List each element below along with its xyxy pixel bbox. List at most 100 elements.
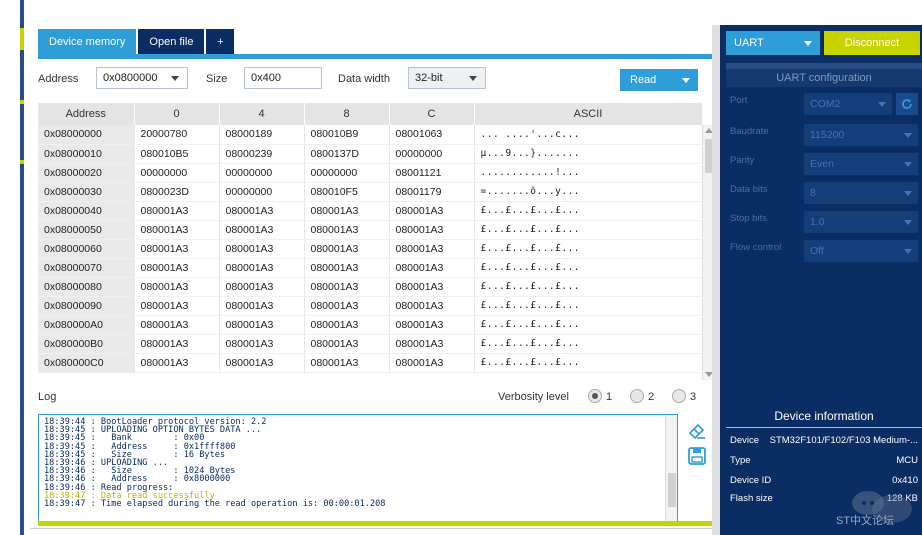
data-cell: 080001A3	[134, 353, 220, 373]
tab-open-file[interactable]: Open file	[138, 29, 205, 55]
address-cell: 0x08000080	[38, 277, 135, 297]
column-header-c[interactable]: C	[389, 103, 475, 125]
data-cell: 080001A3	[134, 201, 220, 221]
verbosity-radio-2[interactable]	[630, 389, 644, 403]
table-row[interactable]: 0x08000070 080001A3 080001A3 080001A3 080001…	[38, 258, 703, 278]
chevron-down-icon[interactable]	[904, 162, 912, 167]
chevron-down-icon[interactable]	[904, 133, 912, 138]
data-cell: 08001063	[389, 125, 475, 145]
address-cell: 0x080000C0	[38, 353, 135, 373]
read-button[interactable]: Read	[620, 69, 698, 91]
chevron-down-icon[interactable]	[904, 249, 912, 254]
chevron-down-icon[interactable]	[804, 41, 812, 46]
device-info-row: Device STM32F101/F102/F103 Medium-...	[730, 435, 918, 446]
baudrate-value: 115200	[810, 129, 845, 141]
ascii-cell: £...£...£...£...	[474, 296, 703, 316]
data-cell: 080001A3	[304, 277, 390, 297]
data-cell: 080001A3	[304, 258, 390, 278]
data-cell: 20000780	[134, 125, 220, 145]
port-select[interactable]: COM2	[804, 93, 892, 115]
column-header-8[interactable]: 8	[304, 103, 390, 125]
data-width-select[interactable]: 32-bit	[408, 67, 486, 89]
table-row[interactable]: 0x080000A0 080001A3 080001A3 080001A3 080001…	[38, 315, 703, 335]
column-header-address[interactable]: Address	[38, 103, 135, 125]
column-header-0[interactable]: 0	[134, 103, 220, 125]
watermark-text: ST中文论坛	[836, 515, 895, 527]
verbosity-radio-1[interactable]	[588, 389, 602, 403]
left-sidebar-strip	[0, 0, 24, 535]
data-cell: 080001A3	[304, 220, 390, 240]
column-header-ascii[interactable]: ASCII	[474, 103, 703, 125]
address-cell: 0x080000A0	[38, 315, 135, 335]
ascii-cell: £...£...£...£...	[474, 315, 703, 335]
data-cell: 080001A3	[219, 296, 305, 316]
data-cell: 080010F5	[304, 182, 390, 202]
ascii-cell: =.......õ...y...	[474, 182, 703, 202]
chevron-down-icon[interactable]	[171, 76, 179, 81]
save-icon[interactable]	[686, 445, 708, 467]
address-field[interactable]: 0x0800000	[96, 67, 188, 89]
log-scrollbar[interactable]	[665, 415, 677, 523]
table-row[interactable]: 0x08000080 080001A3 080001A3 080001A3 080001…	[38, 277, 703, 297]
ascii-cell: µ...9...}.......	[474, 144, 703, 164]
table-row[interactable]: 0x080000C0 080001A3 080001A3 080001A3 080001…	[38, 353, 703, 373]
device-info-title: Device information	[774, 409, 874, 423]
left-sidebar-bar	[20, 0, 24, 535]
size-field[interactable]: 0x400	[244, 67, 322, 89]
table-row[interactable]: 0x08000040 080001A3 080001A3 080001A3 080001…	[38, 201, 703, 221]
data-cell: 08001179	[389, 182, 475, 202]
disconnect-button[interactable]: Disconnect	[824, 31, 920, 55]
flow-control-select[interactable]: Off	[804, 240, 918, 262]
flash-size-label: Flash size	[730, 493, 773, 504]
ascii-cell: ... ....'...c...	[474, 125, 703, 145]
connection-panel: UART Disconnect UART configuration Port …	[720, 25, 922, 535]
data-cell: 080001A3	[389, 220, 475, 240]
table-row[interactable]: 0x08000000 20000780 08000189 080010B9 080010…	[38, 125, 703, 145]
baudrate-select[interactable]: 115200	[804, 124, 918, 146]
verbosity-label: Verbosity level	[498, 391, 569, 403]
tab-device-memory[interactable]: Device memory	[38, 29, 137, 55]
chevron-down-icon[interactable]	[904, 191, 912, 196]
left-sidebar-marker	[20, 160, 24, 164]
data-cell: 080001A3	[134, 239, 220, 259]
data-cell: 080001A3	[389, 277, 475, 297]
data-width-value: 32-bit	[415, 72, 443, 84]
chevron-down-icon[interactable]	[878, 102, 886, 107]
data-cell: 080001A3	[219, 315, 305, 335]
table-row[interactable]: 0x080000B0 080001A3 080001A3 080001A3 080001…	[38, 334, 703, 354]
column-header-4[interactable]: 4	[219, 103, 305, 125]
interface-select[interactable]: UART	[726, 31, 820, 55]
data-cell: 080001A3	[304, 334, 390, 354]
data-cell: 080001A3	[304, 315, 390, 335]
table-row[interactable]: 0x08000060 080001A3 080001A3 080001A3 080001…	[38, 239, 703, 259]
verbosity-radio-3[interactable]	[672, 389, 686, 403]
table-row[interactable]: 0x08000030 0800023D 00000000 080010F5 080011…	[38, 182, 703, 202]
flow-control-label: Flow control	[730, 242, 782, 253]
table-row[interactable]: 0x08000090 080001A3 080001A3 080001A3 080001…	[38, 296, 703, 316]
add-tab-button[interactable]: +	[206, 29, 235, 55]
data-cell: 080001A3	[389, 315, 475, 335]
parity-select[interactable]: Even	[804, 153, 918, 175]
data-cell: 080001A3	[389, 258, 475, 278]
type-label: Type	[730, 455, 751, 466]
log-output[interactable]: 18:39:44 : BootLoader protocol version: …	[38, 414, 678, 524]
table-row[interactable]: 0x08000010 080010B5 08000239 0800137D 000000…	[38, 144, 703, 164]
data-cell: 00000000	[219, 163, 305, 183]
stop-bits-select[interactable]: 1.0	[804, 211, 918, 233]
refresh-icon[interactable]	[896, 93, 918, 115]
stop-bits-value: 1.0	[810, 216, 825, 228]
address-cell: 0x080000B0	[38, 334, 135, 354]
table-row[interactable]: 0x08000020 00000000 00000000 00000000 080011…	[38, 163, 703, 183]
chevron-down-icon[interactable]	[904, 220, 912, 225]
table-row[interactable]: 0x08000050 080001A3 080001A3 080001A3 080001…	[38, 220, 703, 240]
chevron-down-icon[interactable]	[469, 76, 477, 81]
verbosity-radio-3-label: 3	[690, 391, 697, 403]
data-cell: 080001A3	[219, 220, 305, 240]
eraser-icon[interactable]	[686, 419, 708, 441]
port-value: COM2	[810, 98, 841, 110]
data-cell: 080001A3	[304, 201, 390, 221]
scrollbar-thumb[interactable]	[668, 473, 676, 507]
address-value: 0x0800000	[103, 72, 158, 84]
data-bits-select[interactable]: 8	[804, 182, 918, 204]
chevron-down-icon[interactable]	[682, 78, 690, 83]
